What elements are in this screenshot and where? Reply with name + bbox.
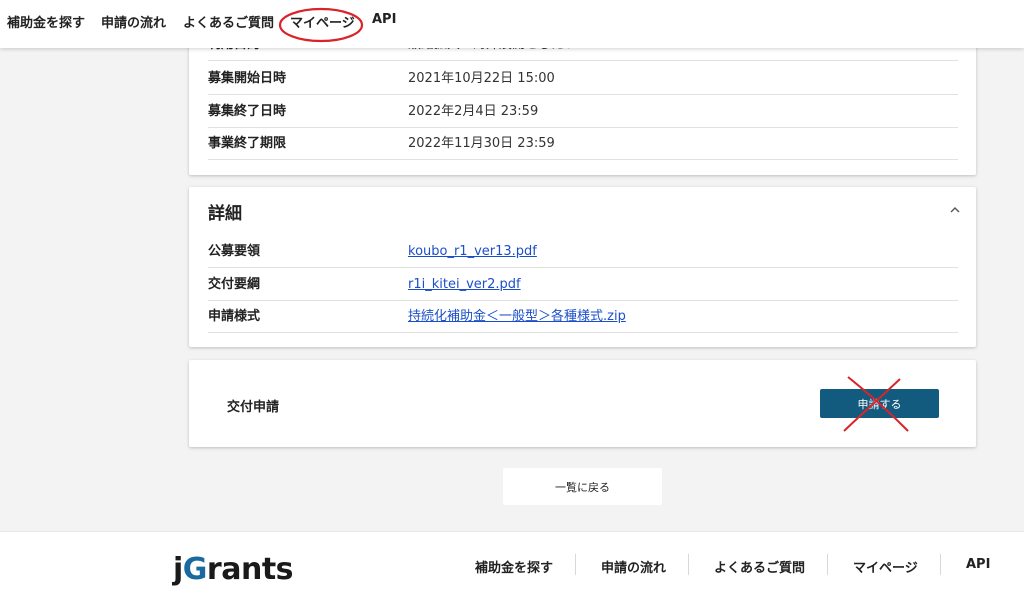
logo-text: j xyxy=(173,552,183,587)
apply-label: 交付申請 xyxy=(227,400,280,415)
row-label: 公募要領 xyxy=(208,244,261,259)
guidelines-file-link[interactable]: koubo_r1_ver13.pdf xyxy=(408,236,537,268)
application-forms-file-link[interactable]: 持続化補助金＜一般型＞各種様式.zip xyxy=(408,301,626,333)
top-navigation: 補助金を探す 申請の流れ よくあるご質問 マイページ API xyxy=(0,0,1024,48)
logo-text: rants xyxy=(206,552,294,587)
footer-faq[interactable]: よくあるご質問 xyxy=(714,557,805,576)
logo-text-accent: G xyxy=(182,552,208,587)
footer-mypage[interactable]: マイページ xyxy=(853,557,918,576)
footer-divider xyxy=(940,554,941,575)
footer-divider xyxy=(688,554,689,575)
nav-application-flow[interactable]: 申請の流れ xyxy=(101,12,166,31)
row-label: 事業終了期限 xyxy=(208,136,287,151)
footer-divider xyxy=(827,554,828,575)
apply-card: 交付申請 申請する xyxy=(189,360,976,447)
chevron-up-icon[interactable] xyxy=(948,203,962,217)
row-application-forms: 申請様式 持続化補助金＜一般型＞各種様式.zip xyxy=(208,301,958,333)
nav-search-subsidy[interactable]: 補助金を探す xyxy=(7,12,85,31)
back-to-list-button[interactable]: 一覧に戻る xyxy=(503,468,662,505)
footer: jGrants 補助金を探す 申請の流れ よくあるご質問 マイページ API xyxy=(0,531,1024,595)
row-value: 2022年2月4日 23:59 xyxy=(408,104,539,119)
row-label: 交付要綱 xyxy=(208,277,261,292)
footer-search-subsidy[interactable]: 補助金を探す xyxy=(475,557,553,576)
row-start-date: 募集開始日時 2021年10月22日 15:00 xyxy=(208,63,958,95)
detail-title: 詳細 xyxy=(208,204,242,224)
row-end-date: 募集終了日時 2022年2月4日 23:59 xyxy=(208,96,958,128)
nav-api[interactable]: API xyxy=(372,12,396,27)
jgrants-logo[interactable]: jGrants xyxy=(173,552,294,588)
footer-application-flow[interactable]: 申請の流れ xyxy=(601,557,666,576)
apply-button[interactable]: 申請する xyxy=(820,389,939,418)
nav-faq[interactable]: よくあるご質問 xyxy=(183,12,274,31)
row-label: 申請様式 xyxy=(208,309,261,324)
row-value: 2022年11月30日 23:59 xyxy=(408,136,555,151)
detail-card: 詳細 公募要領 koubo_r1_ver13.pdf 交付要綱 r1i_kite… xyxy=(189,187,976,347)
row-value: 2021年10月22日 15:00 xyxy=(408,71,555,86)
grant-rules-file-link[interactable]: r1i_kitei_ver2.pdf xyxy=(408,269,521,301)
row-guidelines: 公募要領 koubo_r1_ver13.pdf xyxy=(208,236,958,268)
row-grant-rules: 交付要綱 r1i_kitei_ver2.pdf xyxy=(208,269,958,301)
row-label: 募集開始日時 xyxy=(208,71,287,86)
footer-api[interactable]: API xyxy=(966,557,990,572)
row-project-deadline: 事業終了期限 2022年11月30日 23:59 xyxy=(208,128,958,160)
nav-mypage[interactable]: マイページ xyxy=(290,12,355,31)
row-label: 募集終了日時 xyxy=(208,104,287,119)
main-content: 利用目的 販路拡大・海外展開をしたい 募集開始日時 2021年10月22日 15… xyxy=(0,0,1024,530)
footer-divider xyxy=(575,554,576,575)
